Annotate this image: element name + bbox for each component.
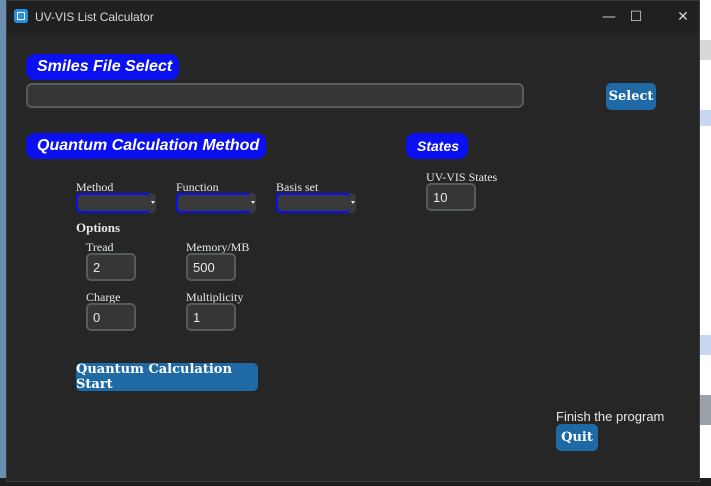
function-combobox[interactable] [176,193,256,213]
states-label: States [406,133,468,159]
close-button[interactable]: ✕ [660,1,706,33]
tread-input[interactable]: 2 [86,253,136,281]
method-combobox[interactable] [76,193,156,213]
maximize-button[interactable]: ☐ [613,1,659,33]
charge-input[interactable]: 0 [86,303,136,331]
select-file-button[interactable]: Select [606,83,656,110]
options-label: Options [76,220,121,235]
smiles-file-path-input[interactable] [26,83,524,108]
basis-set-combobox[interactable] [276,193,356,213]
quantum-calculation-method-label: Quantum Calculation Method [26,133,266,159]
chevron-down-icon [249,193,256,213]
finish-program-label: Finish the program [556,409,665,424]
title-bar: UV-VIS List Calculator — ☐ ✕ [7,1,699,33]
window-title: UV-VIS List Calculator [35,10,154,24]
multiplicity-input[interactable]: 1 [186,303,236,331]
memory-input[interactable]: 500 [186,253,236,281]
app-icon [14,9,28,23]
quantum-calculation-start-button[interactable]: Quantum Calculation Start [76,362,258,392]
app-window: UV-VIS List Calculator — ☐ ✕ Smiles File… [6,0,700,482]
chevron-down-icon [349,193,356,213]
quit-button[interactable]: Quit [556,424,598,451]
chevron-down-icon [149,193,156,213]
smiles-file-select-label: Smiles File Select [26,54,179,80]
uvvis-states-input[interactable]: 10 [426,183,476,211]
desktop-background-right [700,0,711,486]
